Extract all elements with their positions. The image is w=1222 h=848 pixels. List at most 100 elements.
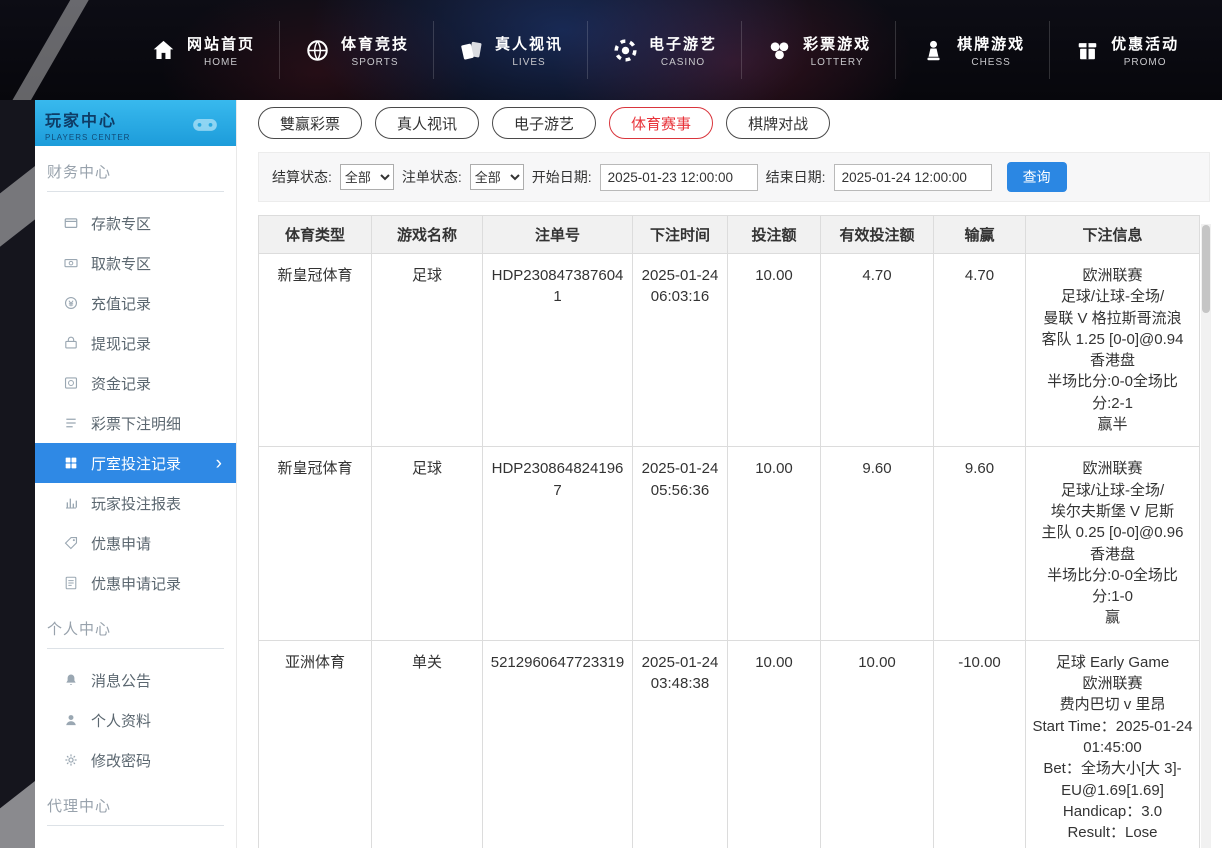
table-header: 输赢 — [934, 216, 1026, 254]
order-status-label: 注单状态: — [402, 167, 462, 187]
cell-sport: 新皇冠体育 — [259, 447, 372, 640]
sidebar-item-label: 修改密码 — [91, 750, 151, 771]
table-row: 亚洲体育单关52129606477233192025-01-24 03:48:3… — [259, 640, 1200, 848]
sidebar-section-heading: 财务中心 — [47, 161, 224, 192]
table-header: 有效投注额 — [821, 216, 934, 254]
sidebar-item[interactable]: 个人资料 — [35, 700, 236, 740]
topnav-item-home[interactable]: 网站首页HOME — [126, 21, 279, 79]
sidebar-item[interactable]: 玩家投注报表 — [35, 483, 236, 523]
start-date-input[interactable] — [600, 164, 758, 191]
cell-bet-amount: 10.00 — [728, 447, 821, 640]
lottery-icon — [766, 37, 793, 64]
sidebar-item[interactable]: 修改密码 — [35, 740, 236, 780]
cell-order-no: HDP2308648241967 — [483, 447, 633, 640]
end-date-input[interactable] — [834, 164, 992, 191]
topnav-item-sub: SPORTS — [352, 57, 399, 68]
sidebar-section-heading: 个人中心 — [47, 618, 224, 649]
table-header: 下注时间 — [633, 216, 728, 254]
bets-table: 体育类型游戏名称注单号下注时间投注额有效投注额输赢下注信息 新皇冠体育足球HDP… — [258, 215, 1200, 848]
start-date-label: 开始日期: — [532, 167, 592, 187]
cell-sport: 亚洲体育 — [259, 640, 372, 848]
hall-bets-icon — [63, 455, 79, 471]
topnav-item-label: 优惠活动 — [1111, 33, 1179, 54]
table-header: 下注信息 — [1026, 216, 1200, 254]
sidebar-item-label: 提现记录 — [91, 333, 151, 354]
topnav-item-promo[interactable]: 优惠活动PROMO — [1049, 21, 1203, 79]
topnav-item-sub: CASINO — [661, 57, 705, 68]
cell-bet-time: 2025-01-24 06:03:16 — [633, 254, 728, 447]
topnav-item-sub: HOME — [204, 57, 238, 68]
tab[interactable]: 棋牌对战 — [726, 107, 830, 139]
cell-valid-amount: 10.00 — [821, 640, 934, 848]
cell-valid-amount: 9.60 — [821, 447, 934, 640]
withdraw-icon — [63, 255, 79, 271]
topnav-item-text: 体育竞技SPORTS — [341, 33, 409, 68]
topnav-item-text: 彩票游戏LOTTERY — [803, 33, 871, 68]
sidebar-section: 个人中心消息公告个人资料修改密码 — [35, 618, 236, 780]
topnav-item-sub: CHESS — [971, 57, 1010, 68]
sidebar-item-label: 资金记录 — [91, 373, 151, 394]
topnav-item-lottery[interactable]: 彩票游戏LOTTERY — [741, 21, 895, 79]
sidebar-section: 代理中心代理规则说明 — [35, 795, 236, 848]
sidebar-item[interactable]: 充值记录 — [35, 283, 236, 323]
cell-bet-info: 足球 Early Game 欧洲联赛 费内巴切 v 里昂 Start Time：… — [1026, 640, 1200, 848]
sidebar-section-heading: 代理中心 — [47, 795, 224, 826]
sidebar-item[interactable]: 优惠申请记录 — [35, 563, 236, 603]
vertical-scrollbar[interactable] — [1201, 224, 1211, 848]
sidebar-item[interactable]: 存款专区 — [35, 203, 236, 243]
cell-order-no: 5212960647723319 — [483, 640, 633, 848]
settle-status-select[interactable]: 全部 — [340, 164, 394, 190]
table-header: 游戏名称 — [372, 216, 483, 254]
tab[interactable]: 电子游艺 — [492, 107, 596, 139]
sidebar-section: 财务中心存款专区取款专区充值记录提现记录资金记录彩票下注明细厅室投注记录›玩家投… — [35, 161, 236, 603]
sidebar-item[interactable]: 优惠申请 — [35, 523, 236, 563]
table-header: 投注额 — [728, 216, 821, 254]
sidebar-item-label: 优惠申请记录 — [91, 573, 181, 594]
topnav-item-chess[interactable]: 棋牌游戏 CHESS — [895, 21, 1049, 79]
topnav-item-label: 电子游艺 — [649, 33, 717, 54]
user-icon — [63, 712, 79, 728]
lottery-detail-icon — [63, 415, 79, 431]
cell-order-no: HDP2308473876041 — [483, 254, 633, 447]
sidebar-item[interactable]: 取款专区 — [35, 243, 236, 283]
page-body: 玩家中心 PLAYERS CENTER 财务中心存款专区取款专区充值记录提现记录… — [0, 100, 1222, 848]
topnav-item-label: 棋牌游戏 — [957, 33, 1025, 54]
cell-bet-time: 2025-01-24 03:48:38 — [633, 640, 728, 848]
tab[interactable]: 雙赢彩票 — [258, 107, 362, 139]
cell-game: 足球 — [372, 254, 483, 447]
topnav-item-casino[interactable]: 电子游艺 CASINO — [587, 21, 741, 79]
top-navigation: 网站首页HOME 体育竞技SPORTS 真人视讯LIVES 电子游艺 CASINO 彩票游… — [0, 0, 1222, 100]
tab[interactable]: 体育赛事 — [609, 107, 713, 139]
cell-valid-amount: 4.70 — [821, 254, 934, 447]
recharge-icon — [63, 295, 79, 311]
table-header: 注单号 — [483, 216, 633, 254]
sidebar-item[interactable]: 彩票下注明细 — [35, 403, 236, 443]
order-status-select[interactable]: 全部 — [470, 164, 524, 190]
gift-icon — [1074, 37, 1101, 64]
chip-icon — [612, 37, 639, 64]
sidebar-item[interactable]: 代理规则说明 — [35, 837, 236, 848]
cell-win-loss: 4.70 — [934, 254, 1026, 447]
main-content: 雙赢彩票真人视讯电子游艺体育赛事棋牌对战 结算状态: 全部 注单状态: 全部 开… — [237, 100, 1222, 848]
cell-win-loss: -10.00 — [934, 640, 1026, 848]
topnav-item-sports[interactable]: 体育竞技SPORTS — [279, 21, 433, 79]
sidebar-item[interactable]: 消息公告 — [35, 660, 236, 700]
sidebar-item[interactable]: 资金记录 — [35, 363, 236, 403]
topnav-item-lives[interactable]: 真人视讯LIVES — [433, 21, 587, 79]
topnav-item-text: 真人视讯LIVES — [495, 33, 563, 68]
topnav-item-text: 棋牌游戏 CHESS — [957, 33, 1025, 68]
chevron-right-icon: › — [216, 454, 226, 473]
cell-bet-amount: 10.00 — [728, 254, 821, 447]
cell-bet-time: 2025-01-24 05:56:36 — [633, 447, 728, 640]
topnav-item-sub: LIVES — [512, 57, 545, 68]
search-button[interactable]: 查询 — [1007, 162, 1067, 192]
tab[interactable]: 真人视讯 — [375, 107, 479, 139]
cell-bet-info: 欧洲联赛 足球/让球-全场/ 曼联 V 格拉斯哥流浪 客队 1.25 [0-0]… — [1026, 254, 1200, 447]
report-icon — [63, 495, 79, 511]
sidebar-item[interactable]: 厅室投注记录› — [35, 443, 236, 483]
sidebar-item-label: 优惠申请 — [91, 533, 151, 554]
chess-icon — [920, 37, 947, 64]
promo-apply-icon — [63, 535, 79, 551]
scrollbar-thumb[interactable] — [1202, 225, 1210, 313]
sidebar-item[interactable]: 提现记录 — [35, 323, 236, 363]
